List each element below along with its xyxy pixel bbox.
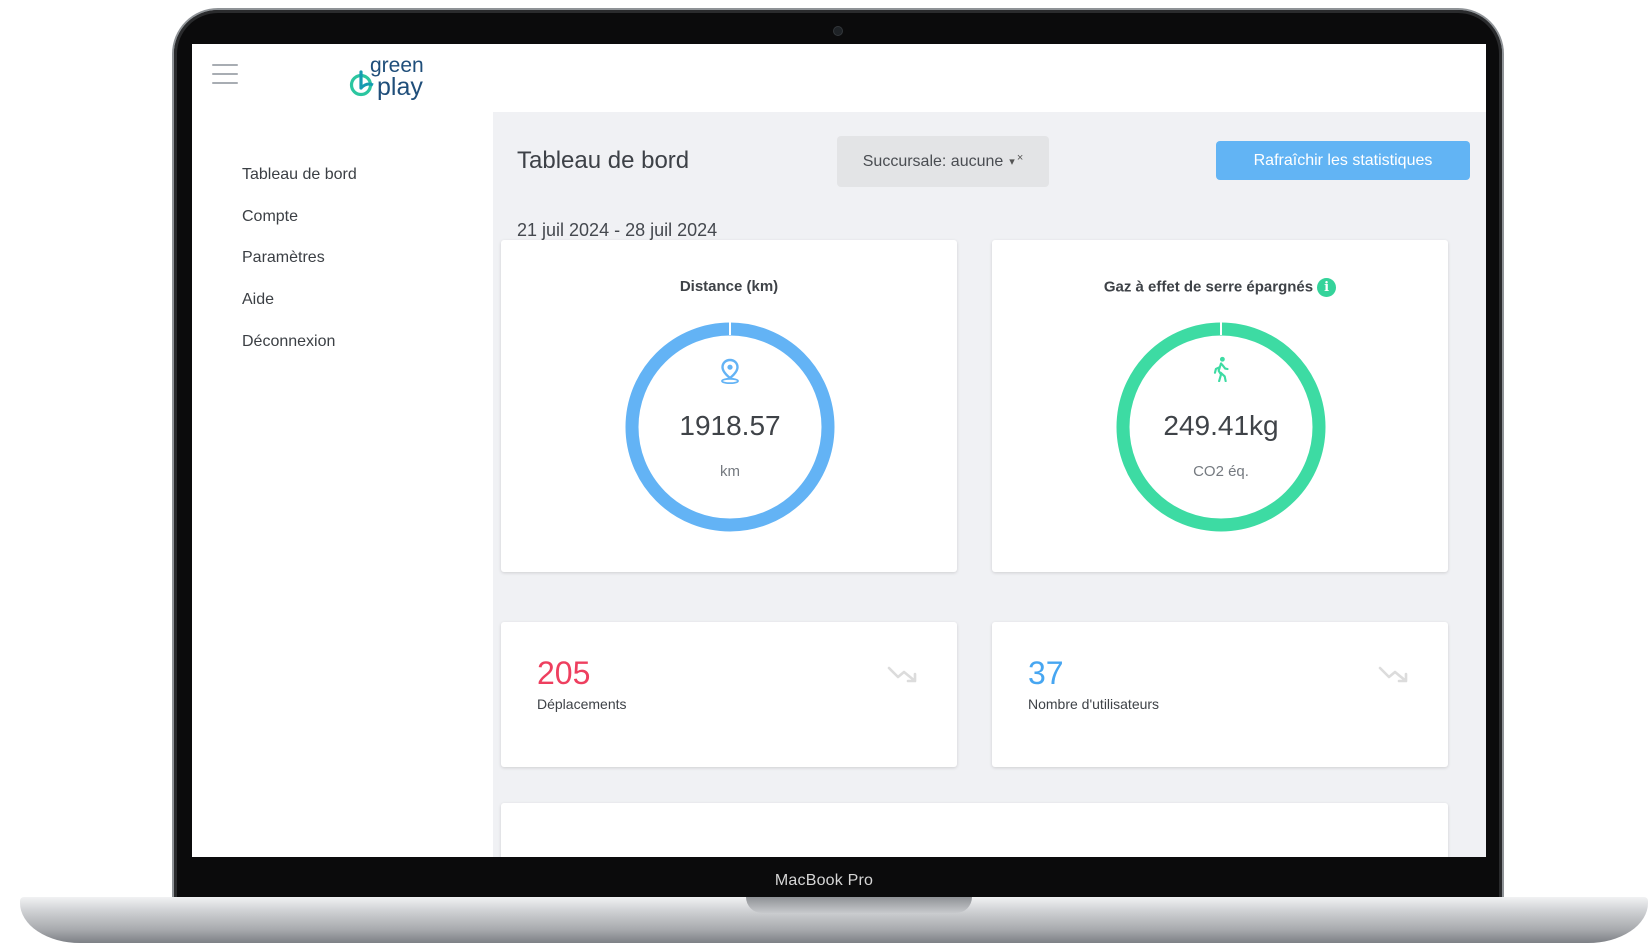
location-pin-icon xyxy=(721,358,739,384)
green-play-logo[interactable]: green play xyxy=(346,52,442,100)
walking-person-icon xyxy=(1213,356,1229,382)
logo-text-play: play xyxy=(377,73,423,100)
users-stat-card: 37 Nombre d'utilisateurs xyxy=(992,622,1448,767)
chevron-down-icon: ▾ xyxy=(1009,156,1015,168)
laptop-base-notch xyxy=(746,897,972,913)
bottom-card xyxy=(501,803,1448,857)
ghg-card-title: Gaz à effet de serre épargnés i xyxy=(992,278,1448,297)
distance-ring: 1918.57 km xyxy=(625,322,835,532)
sidebar-item-help[interactable]: Aide xyxy=(242,291,274,309)
sidebar-item-dashboard[interactable]: Tableau de bord xyxy=(242,166,357,184)
sidebar-item-account[interactable]: Compte xyxy=(242,208,298,226)
laptop-base xyxy=(20,897,1648,943)
date-range: 21 juil 2024 - 28 juil 2024 xyxy=(517,220,718,240)
ghg-value: 249.41kg xyxy=(1163,410,1279,441)
info-icon[interactable]: i xyxy=(1317,278,1337,297)
top-bar: green play xyxy=(192,44,1486,112)
page-title: Tableau de bord xyxy=(517,147,690,174)
webcam xyxy=(834,27,842,35)
ghg-card-title-text: Gaz à effet de serre épargnés xyxy=(1103,278,1314,296)
sidebar-item-settings[interactable]: Paramètres xyxy=(242,249,325,267)
trips-stat-card: 205 Déplacements xyxy=(501,622,957,767)
distance-unit: km xyxy=(720,463,740,480)
trending-down-icon xyxy=(887,666,917,683)
screen: green play Tableau de bord Compte Paramè… xyxy=(192,44,1486,857)
hamburger-menu-icon[interactable] xyxy=(212,62,238,88)
bezel-label: MacBook Pro xyxy=(774,872,874,889)
trips-count: 205 xyxy=(537,655,591,691)
refresh-stats-button[interactable]: Rafraîchir les statistiques xyxy=(1216,141,1470,180)
users-count: 37 xyxy=(1028,655,1064,691)
distance-card-title: Distance (km) xyxy=(679,278,779,295)
sidebar-item-logout[interactable]: Déconnexion xyxy=(242,333,335,351)
ghg-ring: 249.41kg CO2 éq. xyxy=(1116,322,1326,532)
ghg-card: Gaz à effet de serre épargnés i 249.41kg … xyxy=(992,240,1448,572)
branch-select-value: Succursale: aucune xyxy=(862,152,1004,170)
ghg-unit: CO2 éq. xyxy=(1193,463,1249,480)
clear-icon[interactable]: × xyxy=(1017,152,1023,164)
branch-select[interactable]: Succursale: aucune ▾ × xyxy=(837,136,1049,187)
trips-label: Déplacements xyxy=(537,696,627,712)
users-label: Nombre d'utilisateurs xyxy=(1028,696,1160,712)
sidebar: Tableau de bord Compte Paramètres Aide D… xyxy=(192,112,493,857)
distance-value: 1918.57 xyxy=(679,410,781,441)
distance-card: Distance (km) 1918.57 km xyxy=(501,240,957,572)
trending-down-icon xyxy=(1378,666,1408,683)
